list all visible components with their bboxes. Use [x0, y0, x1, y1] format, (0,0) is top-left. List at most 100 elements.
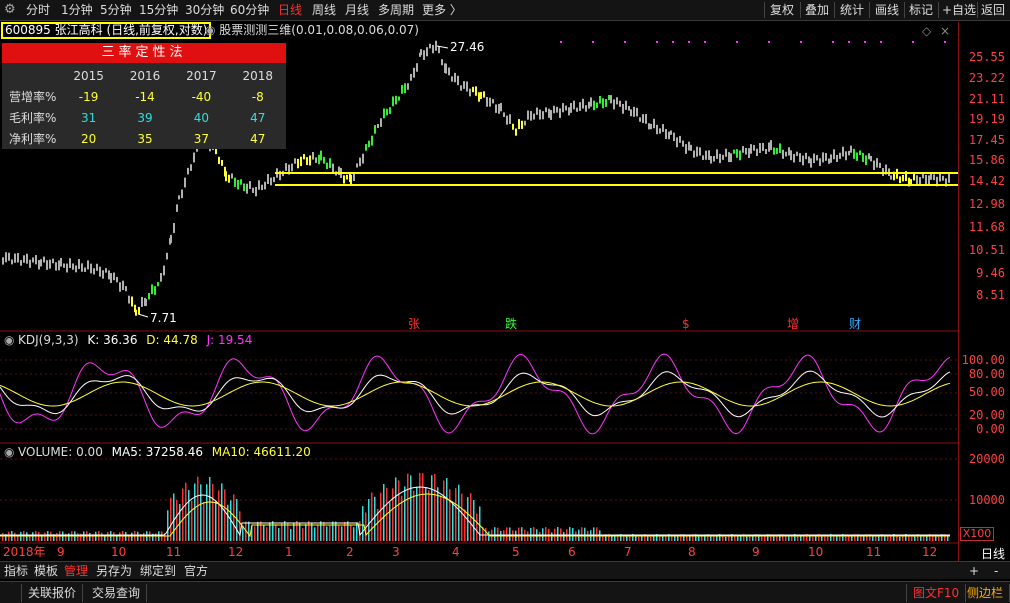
price-candle: [933, 174, 935, 181]
tab-template[interactable]: 模板: [34, 563, 58, 579]
sidebar-button[interactable]: 侧边栏: [961, 584, 1010, 602]
price-candle: [799, 153, 801, 162]
volume-bar: [584, 527, 586, 541]
price-candle: [151, 284, 153, 295]
event-marker-dollar[interactable]: $: [682, 317, 690, 331]
price-candle: [593, 100, 595, 111]
event-marker-cai[interactable]: 财: [849, 317, 861, 331]
price-candle: [928, 175, 930, 185]
volume-bar: [923, 536, 925, 541]
volume-bar: [383, 484, 385, 541]
price-candle: [599, 96, 601, 104]
signal-dot: [848, 41, 850, 43]
price-candle: [509, 114, 511, 124]
price-candle: [779, 143, 781, 154]
price-candle: [225, 171, 227, 182]
price-candle: [902, 174, 904, 182]
tab-bind-to[interactable]: 绑定到: [140, 563, 176, 579]
add-pane-button[interactable]: +: [969, 563, 979, 579]
tab-manage[interactable]: 管理: [64, 563, 88, 579]
tab-save-as[interactable]: 另存为: [96, 563, 132, 579]
volume-bar: [275, 524, 277, 541]
price-candle: [435, 40, 437, 51]
price-candle: [512, 123, 514, 130]
price-candle: [521, 120, 523, 129]
price-candle: [445, 63, 447, 74]
price-candle: [122, 280, 124, 291]
signal-dot: [592, 41, 594, 43]
volume-bar: [302, 528, 304, 541]
volume-bar: [488, 531, 490, 541]
price-candle: [173, 222, 175, 233]
price-candle: [670, 130, 672, 135]
event-marker-zeng[interactable]: 增: [787, 317, 799, 331]
price-candle: [722, 154, 724, 160]
price-tick: 15.86: [968, 153, 1005, 167]
value-cell: -40: [191, 89, 212, 104]
related-quotes-button[interactable]: 关联报价: [22, 584, 84, 602]
price-candle: [176, 204, 178, 212]
volume-bar: [458, 484, 460, 541]
event-marker-zhang[interactable]: 张: [408, 317, 420, 331]
price-candle: [102, 270, 104, 279]
table-row: 毛利率% 31 39 40 47: [2, 107, 286, 128]
price-candle: [478, 92, 480, 102]
price-tick: 25.55: [968, 50, 1005, 64]
price-candle: [608, 94, 610, 101]
price-candle: [350, 174, 352, 185]
price-candle: [879, 162, 881, 169]
tab-indicator[interactable]: 指标: [4, 563, 28, 579]
indicator-label[interactable]: ◉ 股票测测三维(0.01,0.08,0.06,0.07): [205, 22, 419, 38]
close-icon[interactable]: ×: [940, 24, 950, 38]
tab-official[interactable]: 官方: [184, 563, 208, 579]
price-candle: [410, 73, 412, 81]
volume-bar: [650, 536, 652, 541]
price-candle: [448, 67, 450, 76]
period-tag: 日线: [980, 547, 1005, 561]
price-candle: [35, 255, 37, 265]
price-candle: [193, 152, 195, 163]
volume-bar: [77, 533, 79, 541]
price-candle: [573, 100, 575, 110]
volume-bar: [395, 477, 397, 541]
volume-bar: [899, 536, 901, 541]
price-candle: [550, 109, 552, 120]
price-candle: [38, 260, 40, 270]
f10-button[interactable]: 图文F10: [906, 584, 967, 602]
price-candle: [438, 46, 440, 54]
signal-dot: [704, 41, 706, 43]
year-cell: 2018: [242, 68, 274, 83]
price-candle: [332, 163, 334, 173]
price-candle: [5, 252, 7, 263]
footer-menu-button[interactable]: [0, 584, 22, 602]
price-candle: [454, 72, 456, 83]
price-candle: [503, 112, 505, 118]
volume-bar: [776, 535, 778, 541]
volume-bar: [593, 527, 595, 541]
price-candle: [839, 152, 841, 159]
remove-pane-button[interactable]: -: [994, 563, 998, 579]
volume-settings-icon[interactable]: ◉: [4, 445, 14, 459]
diamond-icon[interactable]: ◇: [922, 24, 931, 38]
price-candle: [830, 154, 832, 163]
date-tick: 9: [57, 545, 65, 559]
kdj-settings-icon[interactable]: ◉: [4, 333, 14, 347]
price-candle: [922, 173, 924, 179]
stock-title[interactable]: 600895 张江高科 (日线,前复权,对数): [1, 22, 212, 39]
trade-query-button[interactable]: 交易查询: [86, 584, 148, 602]
price-candle: [231, 173, 233, 179]
price-candle: [46, 260, 48, 270]
price-candle: [619, 100, 621, 107]
value-cell: 40: [193, 110, 210, 125]
indicator-dropdown-icon[interactable]: ◉: [205, 23, 219, 37]
price-candle: [605, 99, 607, 107]
event-marker-die[interactable]: 跌: [505, 317, 517, 331]
signal-dot: [656, 41, 658, 43]
price-candle: [630, 109, 632, 117]
price-candle: [389, 107, 391, 114]
signal-dot: [912, 41, 914, 43]
signal-dot: [864, 41, 866, 43]
volume-bar: [131, 532, 133, 541]
price-candle: [429, 43, 431, 49]
price-candle: [585, 105, 587, 112]
